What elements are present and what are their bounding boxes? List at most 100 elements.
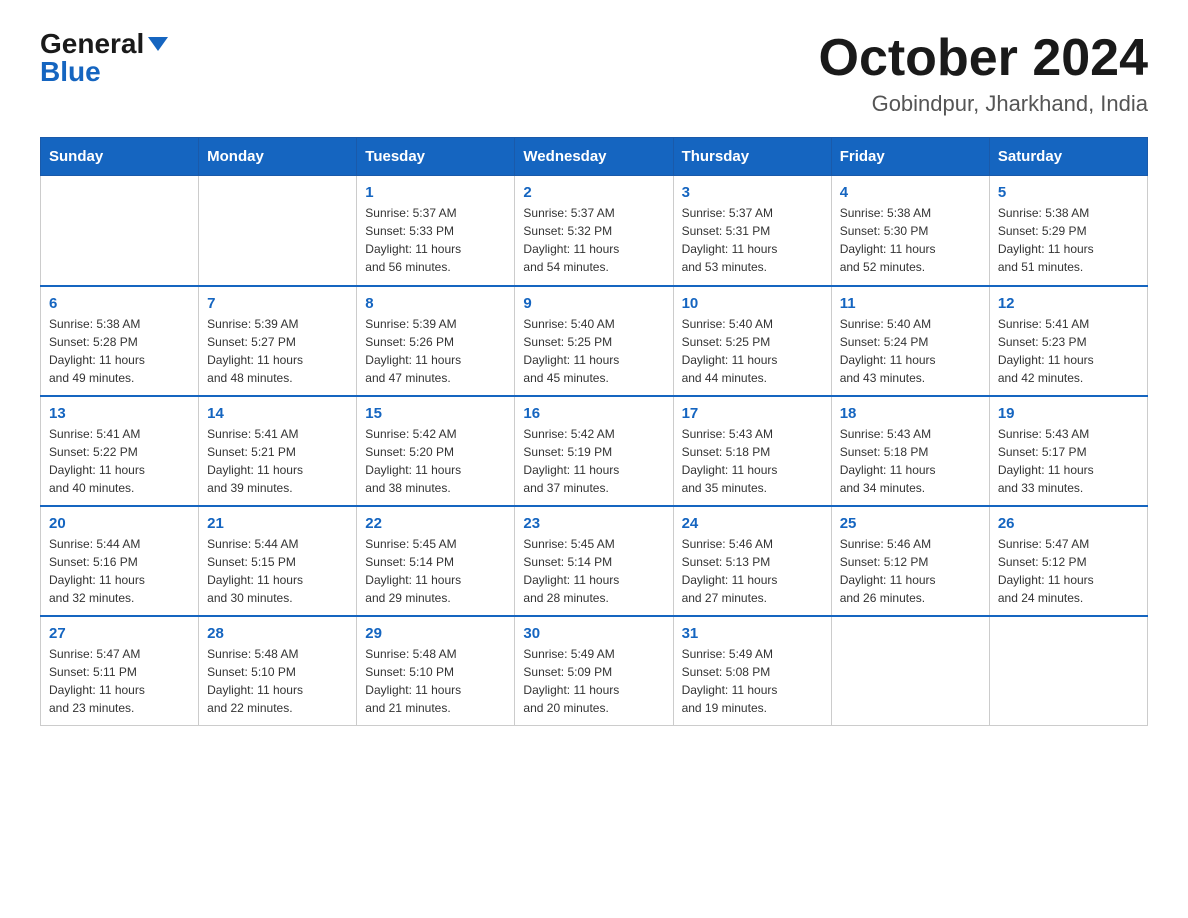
day-info: Sunrise: 5:38 AMSunset: 5:29 PMDaylight:…	[998, 204, 1139, 276]
day-number: 25	[840, 515, 981, 532]
day-info: Sunrise: 5:44 AMSunset: 5:15 PMDaylight:…	[207, 535, 348, 607]
day-of-week-header: Friday	[831, 138, 989, 176]
calendar-cell: 2 Sunrise: 5:37 AMSunset: 5:32 PMDaylight…	[515, 176, 673, 286]
day-number: 14	[207, 405, 348, 422]
calendar-header: SundayMondayTuesdayWednesdayThursdayFrid…	[41, 138, 1148, 176]
calendar-cell	[989, 616, 1147, 726]
day-number: 12	[998, 295, 1139, 312]
calendar-cell: 7 Sunrise: 5:39 AMSunset: 5:27 PMDaylight…	[199, 286, 357, 396]
day-number: 26	[998, 515, 1139, 532]
day-info: Sunrise: 5:40 AMSunset: 5:25 PMDaylight:…	[682, 315, 823, 387]
day-info: Sunrise: 5:49 AMSunset: 5:09 PMDaylight:…	[523, 645, 664, 717]
calendar-cell: 29Sunrise: 5:48 AMSunset: 5:10 PMDayligh…	[357, 616, 515, 726]
day-number: 24	[682, 515, 823, 532]
calendar-cell: 8Sunrise: 5:39 AMSunset: 5:26 PMDaylight…	[357, 286, 515, 396]
calendar-cell: 5 Sunrise: 5:38 AMSunset: 5:29 PMDaylight…	[989, 176, 1147, 286]
header-row: SundayMondayTuesdayWednesdayThursdayFrid…	[41, 138, 1148, 176]
day-info: Sunrise: 5:47 AMSunset: 5:12 PMDaylight:…	[998, 535, 1139, 607]
day-number: 7	[207, 295, 348, 312]
calendar-cell: 3Sunrise: 5:37 AMSunset: 5:31 PMDaylight…	[673, 176, 831, 286]
calendar-cell: 26 Sunrise: 5:47 AMSunset: 5:12 PMDayligh…	[989, 506, 1147, 616]
calendar-cell: 14Sunrise: 5:41 AMSunset: 5:21 PMDayligh…	[199, 396, 357, 506]
day-info: Sunrise: 5:41 AMSunset: 5:22 PMDaylight:…	[49, 425, 190, 497]
day-info: Sunrise: 5:47 AMSunset: 5:11 PMDaylight:…	[49, 645, 190, 717]
calendar-cell: 23 Sunrise: 5:45 AMSunset: 5:14 PMDayligh…	[515, 506, 673, 616]
day-number: 29	[365, 625, 506, 642]
day-info: Sunrise: 5:38 AMSunset: 5:30 PMDaylight:…	[840, 204, 981, 276]
day-number: 23	[523, 515, 664, 532]
day-number: 4	[840, 184, 981, 201]
day-info: Sunrise: 5:45 AMSunset: 5:14 PMDaylight:…	[523, 535, 664, 607]
day-info: Sunrise: 5:40 AMSunset: 5:25 PMDaylight:…	[523, 315, 664, 387]
calendar-week-row: 1Sunrise: 5:37 AMSunset: 5:33 PMDaylight…	[41, 176, 1148, 286]
calendar-cell	[41, 176, 199, 286]
day-number: 31	[682, 625, 823, 642]
calendar-cell: 10 Sunrise: 5:40 AMSunset: 5:25 PMDayligh…	[673, 286, 831, 396]
day-info: Sunrise: 5:44 AMSunset: 5:16 PMDaylight:…	[49, 535, 190, 607]
calendar-cell: 22 Sunrise: 5:45 AMSunset: 5:14 PMDayligh…	[357, 506, 515, 616]
calendar-week-row: 27 Sunrise: 5:47 AMSunset: 5:11 PMDayligh…	[41, 616, 1148, 726]
calendar-cell: 27 Sunrise: 5:47 AMSunset: 5:11 PMDayligh…	[41, 616, 199, 726]
calendar-body: 1Sunrise: 5:37 AMSunset: 5:33 PMDaylight…	[41, 176, 1148, 726]
month-title: October 2024	[819, 30, 1149, 87]
day-number: 15	[365, 405, 506, 422]
day-of-week-header: Wednesday	[515, 138, 673, 176]
calendar-cell: 25Sunrise: 5:46 AMSunset: 5:12 PMDayligh…	[831, 506, 989, 616]
day-info: Sunrise: 5:49 AMSunset: 5:08 PMDaylight:…	[682, 645, 823, 717]
day-number: 21	[207, 515, 348, 532]
day-number: 5	[998, 184, 1139, 201]
day-of-week-header: Tuesday	[357, 138, 515, 176]
calendar-cell: 20Sunrise: 5:44 AMSunset: 5:16 PMDayligh…	[41, 506, 199, 616]
logo: General Blue	[40, 30, 168, 86]
day-info: Sunrise: 5:48 AMSunset: 5:10 PMDaylight:…	[207, 645, 348, 717]
calendar-cell: 9Sunrise: 5:40 AMSunset: 5:25 PMDaylight…	[515, 286, 673, 396]
day-info: Sunrise: 5:37 AMSunset: 5:31 PMDaylight:…	[682, 204, 823, 276]
day-of-week-header: Monday	[199, 138, 357, 176]
day-number: 28	[207, 625, 348, 642]
location-text: Gobindpur, Jharkhand, India	[819, 91, 1149, 117]
day-info: Sunrise: 5:43 AMSunset: 5:17 PMDaylight:…	[998, 425, 1139, 497]
calendar-cell: 19Sunrise: 5:43 AMSunset: 5:17 PMDayligh…	[989, 396, 1147, 506]
day-info: Sunrise: 5:42 AMSunset: 5:19 PMDaylight:…	[523, 425, 664, 497]
calendar-week-row: 13 Sunrise: 5:41 AMSunset: 5:22 PMDayligh…	[41, 396, 1148, 506]
day-number: 8	[365, 295, 506, 312]
calendar-cell	[199, 176, 357, 286]
calendar-cell: 4 Sunrise: 5:38 AMSunset: 5:30 PMDaylight…	[831, 176, 989, 286]
title-section: October 2024 Gobindpur, Jharkhand, India	[819, 30, 1149, 117]
day-info: Sunrise: 5:46 AMSunset: 5:13 PMDaylight:…	[682, 535, 823, 607]
day-number: 27	[49, 625, 190, 642]
calendar-cell: 17 Sunrise: 5:43 AMSunset: 5:18 PMDayligh…	[673, 396, 831, 506]
calendar-cell: 1Sunrise: 5:37 AMSunset: 5:33 PMDaylight…	[357, 176, 515, 286]
calendar-cell: 16 Sunrise: 5:42 AMSunset: 5:19 PMDayligh…	[515, 396, 673, 506]
day-number: 10	[682, 295, 823, 312]
day-of-week-header: Thursday	[673, 138, 831, 176]
calendar-cell: 11 Sunrise: 5:40 AMSunset: 5:24 PMDayligh…	[831, 286, 989, 396]
day-number: 2	[523, 184, 664, 201]
day-info: Sunrise: 5:37 AMSunset: 5:32 PMDaylight:…	[523, 204, 664, 276]
calendar-cell: 18Sunrise: 5:43 AMSunset: 5:18 PMDayligh…	[831, 396, 989, 506]
day-number: 11	[840, 295, 981, 312]
calendar-cell: 13 Sunrise: 5:41 AMSunset: 5:22 PMDayligh…	[41, 396, 199, 506]
calendar-cell: 31 Sunrise: 5:49 AMSunset: 5:08 PMDayligh…	[673, 616, 831, 726]
logo-general-text: General	[40, 30, 144, 58]
day-number: 16	[523, 405, 664, 422]
calendar-week-row: 20Sunrise: 5:44 AMSunset: 5:16 PMDayligh…	[41, 506, 1148, 616]
day-number: 30	[523, 625, 664, 642]
day-number: 6	[49, 295, 190, 312]
calendar-table: SundayMondayTuesdayWednesdayThursdayFrid…	[40, 137, 1148, 726]
day-info: Sunrise: 5:40 AMSunset: 5:24 PMDaylight:…	[840, 315, 981, 387]
day-number: 13	[49, 405, 190, 422]
day-number: 18	[840, 405, 981, 422]
day-info: Sunrise: 5:43 AMSunset: 5:18 PMDaylight:…	[682, 425, 823, 497]
logo-blue-text: Blue	[40, 58, 101, 86]
day-info: Sunrise: 5:45 AMSunset: 5:14 PMDaylight:…	[365, 535, 506, 607]
day-number: 22	[365, 515, 506, 532]
day-info: Sunrise: 5:38 AMSunset: 5:28 PMDaylight:…	[49, 315, 190, 387]
day-of-week-header: Saturday	[989, 138, 1147, 176]
day-info: Sunrise: 5:42 AMSunset: 5:20 PMDaylight:…	[365, 425, 506, 497]
calendar-cell: 6 Sunrise: 5:38 AMSunset: 5:28 PMDaylight…	[41, 286, 199, 396]
calendar-cell: 12Sunrise: 5:41 AMSunset: 5:23 PMDayligh…	[989, 286, 1147, 396]
day-info: Sunrise: 5:39 AMSunset: 5:27 PMDaylight:…	[207, 315, 348, 387]
calendar-cell: 30 Sunrise: 5:49 AMSunset: 5:09 PMDayligh…	[515, 616, 673, 726]
day-number: 17	[682, 405, 823, 422]
